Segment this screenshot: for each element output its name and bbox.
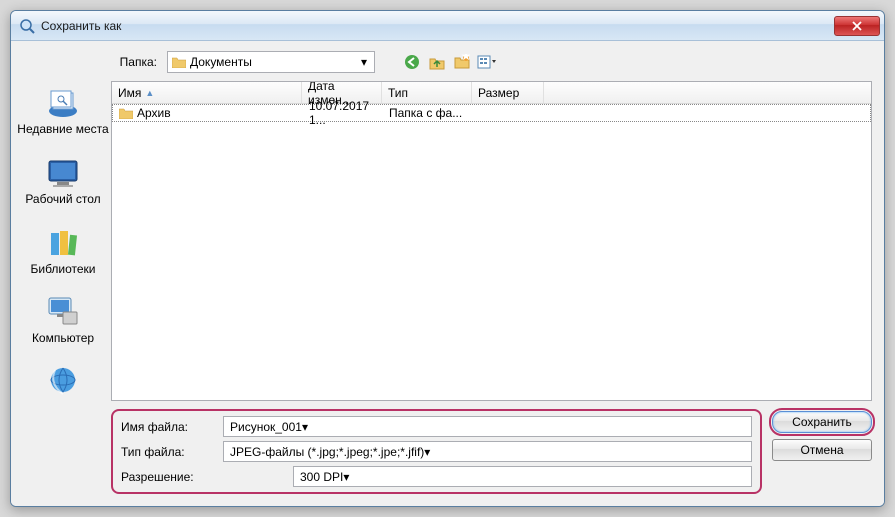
place-label: Недавние места (17, 123, 108, 137)
resolution-label: Разрешение: (121, 470, 217, 484)
window-title: Сохранить как (41, 19, 834, 33)
desktop-icon (43, 155, 83, 191)
place-label: Библиотеки (30, 263, 95, 277)
folder-combo[interactable]: Документы ▾ (167, 51, 375, 73)
svg-text:★: ★ (461, 54, 470, 63)
folder-icon (119, 107, 133, 119)
app-icon (19, 18, 35, 34)
place-label: Рабочий стол (25, 193, 100, 207)
place-libraries[interactable]: Библиотеки (30, 225, 95, 277)
chevron-down-icon: ▾ (424, 445, 430, 459)
close-button[interactable] (834, 16, 880, 36)
folder-value: Документы (190, 55, 252, 69)
item-name: Архив (137, 106, 171, 120)
back-button[interactable] (401, 51, 423, 73)
folder-icon (172, 56, 186, 68)
list-header: Имя▲ Дата измен... Тип Размер (112, 82, 871, 104)
col-size[interactable]: Размер (472, 82, 544, 103)
network-icon (43, 364, 83, 400)
sort-asc-icon: ▲ (145, 88, 154, 98)
places-bar: Недавние места Рабочий стол Библиотеки К… (15, 49, 111, 494)
file-list[interactable]: Имя▲ Дата измен... Тип Размер Архив 10.0… (111, 81, 872, 401)
item-date: 10.07.2017 1... (309, 99, 377, 127)
folder-label: Папка: (111, 55, 161, 69)
filetype-combo[interactable]: JPEG-файлы (*.jpg;*.jpeg;*.jpe;*.jfif) ▾ (223, 441, 752, 462)
view-menu-button[interactable] (476, 51, 498, 73)
place-network[interactable] (43, 364, 83, 400)
place-computer[interactable]: Компьютер (32, 294, 94, 346)
recent-icon (43, 85, 83, 121)
file-fields: Имя файла: Рисунок_001 ▾ Тип файла: JPEG… (111, 409, 762, 494)
new-folder-button[interactable]: ★ (451, 51, 473, 73)
cancel-button[interactable]: Отмена (772, 439, 872, 461)
col-name[interactable]: Имя▲ (112, 82, 302, 103)
place-desktop[interactable]: Рабочий стол (25, 155, 100, 207)
col-type[interactable]: Тип (382, 82, 472, 103)
libraries-icon (43, 225, 83, 261)
filename-input[interactable]: Рисунок_001 ▾ (223, 416, 752, 437)
list-item[interactable]: Архив 10.07.2017 1... Папка с фа... (112, 104, 871, 122)
resolution-combo[interactable]: 300 DPI ▾ (293, 466, 752, 487)
place-recent[interactable]: Недавние места (17, 85, 108, 137)
titlebar[interactable]: Сохранить как (11, 11, 884, 41)
chevron-down-icon: ▾ (302, 420, 308, 434)
save-button[interactable]: Сохранить (772, 411, 872, 433)
chevron-down-icon: ▾ (356, 54, 372, 70)
filetype-label: Тип файла: (121, 445, 217, 459)
item-type: Папка с фа... (389, 106, 462, 120)
up-button[interactable] (426, 51, 448, 73)
place-label: Компьютер (32, 332, 94, 346)
filename-label: Имя файла: (121, 420, 217, 434)
computer-icon (43, 294, 83, 330)
save-as-dialog: Сохранить как Недавние места Рабочий сто… (10, 10, 885, 507)
chevron-down-icon: ▾ (343, 470, 349, 484)
